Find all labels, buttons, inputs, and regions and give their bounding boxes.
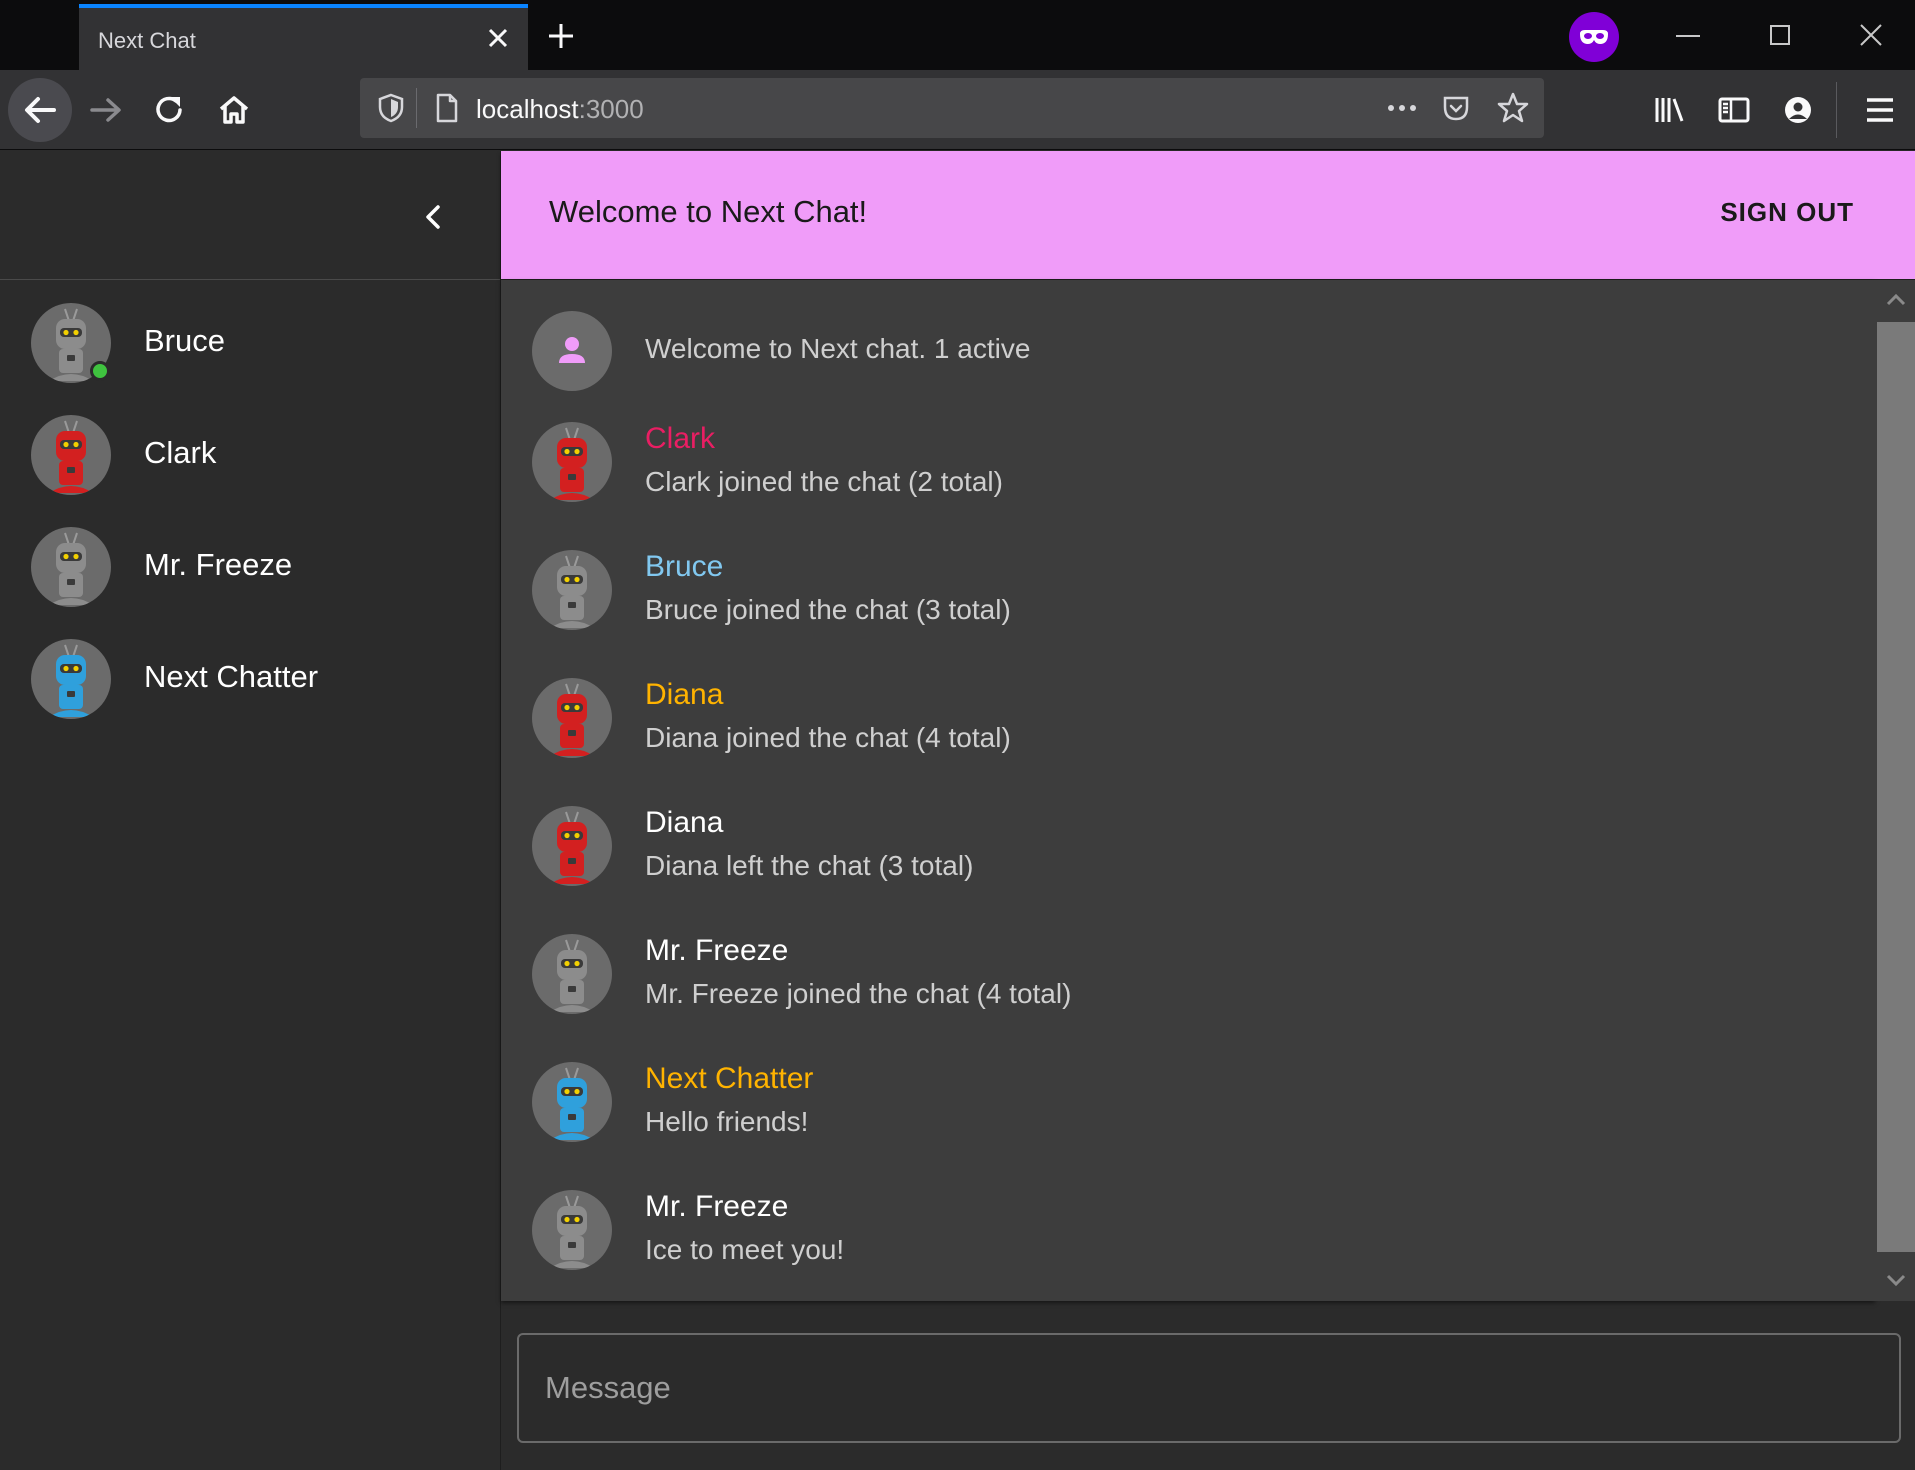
message-text: Bruce joined the chat (3 total): [645, 594, 1011, 625]
message-text: Mr. Freeze joined the chat (4 total): [645, 978, 1072, 1009]
scroll-down-icon[interactable]: [1883, 1270, 1909, 1290]
user-list-item[interactable]: Clark: [0, 415, 500, 527]
chat-message: Diana Diana joined the chat (4 total): [501, 678, 1875, 806]
maximize-icon[interactable]: [1762, 20, 1798, 52]
chat-message: Bruce Bruce joined the chat (3 total): [501, 550, 1875, 678]
shield-icon[interactable]: [376, 92, 406, 124]
message-author: Clark: [645, 422, 716, 455]
app-bar: Welcome to Next Chat! SIGN OUT: [501, 151, 1915, 279]
chevron-left-icon[interactable]: [412, 195, 456, 239]
chat-message: Next Chatter Hello friends!: [501, 1062, 1875, 1190]
chat-message: Clark Clark joined the chat (2 total): [501, 422, 1875, 550]
toolbar-separator: [1836, 82, 1837, 138]
users-sidebar: Bruce Clark Mr. Freeze Next Chatter: [0, 151, 500, 1470]
message-avatar: [532, 678, 612, 758]
account-icon[interactable]: [1776, 88, 1820, 132]
message-text: Clark joined the chat (2 total): [645, 466, 1003, 497]
private-browsing-icon: [1569, 12, 1619, 62]
back-button[interactable]: [8, 78, 72, 142]
message-author: Next Chatter: [645, 1062, 814, 1095]
home-icon[interactable]: [212, 88, 256, 132]
robot-avatar-icon: [49, 644, 93, 717]
robot-avatar-icon: [550, 427, 594, 500]
close-tab-icon[interactable]: [484, 24, 512, 52]
browser-tab[interactable]: Next Chat: [79, 4, 528, 70]
message-avatar: [532, 806, 612, 886]
message-avatar: [532, 1062, 612, 1142]
sign-out-button[interactable]: SIGN OUT: [1720, 197, 1854, 228]
message-text: Diana joined the chat (4 total): [645, 722, 1011, 753]
forward-icon[interactable]: [84, 88, 128, 132]
system-message-text: Welcome to Next chat. 1 active: [645, 333, 1031, 364]
user-list: Bruce Clark Mr. Freeze Next Chatter: [0, 280, 500, 751]
robot-avatar-icon: [550, 939, 594, 1012]
close-window-icon[interactable]: [1853, 20, 1889, 52]
message-avatar: [532, 422, 612, 502]
user-name: Next Chatter: [144, 659, 319, 694]
browser-tab-bar: Next Chat: [0, 0, 1915, 70]
message-text: Hello friends!: [645, 1106, 809, 1137]
message-list: Welcome to Next chat. 1 active Clark Clar…: [501, 280, 1875, 1301]
browser-toolbar: localhost:3000: [0, 70, 1915, 150]
user-avatar: [31, 639, 111, 719]
back-arrow-icon: [25, 97, 56, 123]
system-avatar: [532, 311, 612, 391]
user-list-item[interactable]: Mr. Freeze: [0, 527, 500, 639]
message-author: Mr. Freeze: [645, 934, 789, 967]
message-avatar: [532, 1190, 612, 1270]
chat-message: Diana Diana left the chat (3 total): [501, 806, 1875, 934]
robot-avatar-icon: [550, 1195, 594, 1268]
message-author: Diana: [645, 806, 724, 839]
robot-avatar-icon: [550, 683, 594, 756]
robot-avatar-icon: [550, 1067, 594, 1140]
app-title: Welcome to Next Chat!: [549, 194, 868, 229]
user-name: Clark: [144, 435, 217, 470]
user-list-item[interactable]: Next Chatter: [0, 639, 500, 751]
page-icon: [436, 93, 458, 123]
sidebar-toggle-icon[interactable]: [1712, 88, 1756, 132]
system-message: Welcome to Next chat. 1 active: [501, 311, 1875, 439]
url-bar[interactable]: localhost:3000: [360, 78, 1544, 138]
scroll-up-icon[interactable]: [1883, 290, 1909, 310]
chat-message: Mr. Freeze Mr. Freeze joined the chat (4 …: [501, 934, 1875, 1062]
sidebar-header: [0, 151, 500, 280]
bookmark-star-icon[interactable]: [1496, 91, 1530, 125]
robot-avatar-icon: [550, 811, 594, 884]
message-author: Bruce: [645, 550, 724, 583]
url-separator: [416, 88, 417, 128]
hamburger-menu-icon[interactable]: [1858, 88, 1902, 132]
new-tab-icon[interactable]: [545, 20, 577, 52]
user-name: Bruce: [144, 323, 225, 358]
chat-main: Welcome to Next Chat! SIGN OUT Welcome t…: [500, 151, 1915, 1470]
minimize-icon[interactable]: [1670, 20, 1706, 52]
message-input[interactable]: [519, 1335, 1899, 1441]
pocket-icon[interactable]: [1440, 92, 1472, 124]
tab-title: Next Chat: [98, 28, 196, 53]
message-text: Diana left the chat (3 total): [645, 850, 974, 881]
user-name: Mr. Freeze: [144, 547, 293, 582]
scroll-thumb[interactable]: [1877, 322, 1915, 1252]
message-author: Diana: [645, 678, 724, 711]
user-avatar: [31, 527, 111, 607]
user-avatar: [31, 415, 111, 495]
message-text: Ice to meet you!: [645, 1234, 845, 1265]
chat-message: Mr. Freeze Ice to meet you!: [501, 1190, 1875, 1318]
library-icon[interactable]: [1648, 88, 1692, 132]
online-status-dot: [90, 361, 110, 381]
message-author: Mr. Freeze: [645, 1190, 789, 1223]
robot-avatar-icon: [49, 532, 93, 605]
robot-avatar-icon: [550, 555, 594, 628]
url-text: localhost:3000: [476, 94, 644, 124]
message-composer: [517, 1333, 1901, 1443]
more-actions-icon[interactable]: [1384, 96, 1420, 120]
robot-avatar-icon: [49, 420, 93, 493]
user-list-item[interactable]: Bruce: [0, 303, 500, 415]
person-icon: [559, 337, 585, 363]
scrollbar[interactable]: [1875, 280, 1915, 1301]
message-avatar: [532, 550, 612, 630]
reload-icon[interactable]: [148, 88, 192, 132]
message-avatar: [532, 934, 612, 1014]
